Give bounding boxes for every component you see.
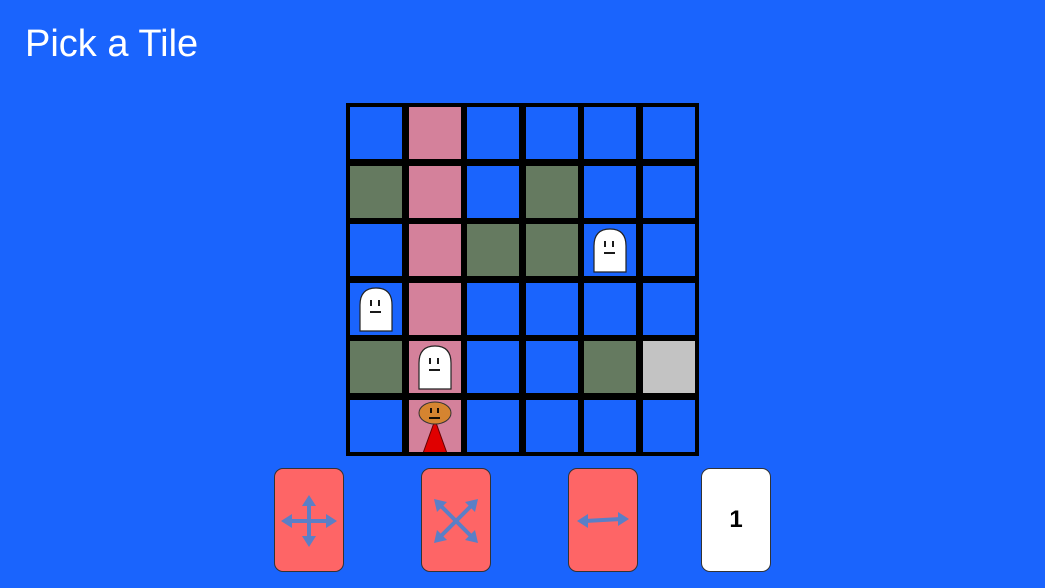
tile-empty[interactable] bbox=[525, 399, 578, 452]
game-board bbox=[346, 103, 699, 456]
tile-empty[interactable] bbox=[642, 399, 695, 452]
tile-empty[interactable] bbox=[467, 282, 519, 335]
tile-empty[interactable] bbox=[642, 282, 695, 335]
tile-empty[interactable] bbox=[350, 107, 402, 159]
tile-empty[interactable] bbox=[584, 399, 636, 452]
tile-empty[interactable] bbox=[467, 399, 519, 452]
tile-goal[interactable] bbox=[642, 341, 695, 393]
tile-empty[interactable] bbox=[584, 224, 636, 276]
tile-blocked[interactable] bbox=[350, 165, 402, 218]
tile-blocked[interactable] bbox=[584, 341, 636, 393]
tile-empty[interactable] bbox=[467, 341, 519, 393]
tile-blocked[interactable] bbox=[350, 341, 402, 393]
tile-blocked[interactable] bbox=[525, 165, 578, 218]
four-way-arrow-icon bbox=[281, 495, 337, 547]
tile-empty[interactable] bbox=[350, 399, 402, 452]
tile-empty[interactable] bbox=[584, 282, 636, 335]
tile-empty[interactable] bbox=[467, 107, 519, 159]
ghost-icon bbox=[584, 224, 636, 276]
tile-blocked[interactable] bbox=[525, 224, 578, 276]
tile-empty[interactable] bbox=[642, 165, 695, 218]
four-way-move-card[interactable] bbox=[274, 468, 344, 572]
horizontal-move-card[interactable] bbox=[568, 468, 638, 572]
tile-empty[interactable] bbox=[584, 107, 636, 159]
number-card[interactable]: 1 bbox=[701, 468, 771, 572]
tile-empty[interactable] bbox=[525, 341, 578, 393]
tile-empty[interactable] bbox=[525, 282, 578, 335]
tile-path[interactable] bbox=[408, 341, 461, 393]
tile-empty[interactable] bbox=[467, 165, 519, 218]
tile-empty[interactable] bbox=[584, 165, 636, 218]
tile-blocked[interactable] bbox=[467, 224, 519, 276]
page-title: Pick a Tile bbox=[25, 23, 199, 65]
diagonal-move-card[interactable] bbox=[421, 468, 491, 572]
number-card-value: 1 bbox=[729, 506, 743, 533]
tile-empty[interactable] bbox=[350, 282, 402, 335]
tile-path[interactable] bbox=[408, 165, 461, 218]
diagonal-arrow-icon bbox=[434, 499, 478, 543]
tile-empty[interactable] bbox=[525, 107, 578, 159]
player-icon bbox=[409, 400, 461, 452]
ghost-icon bbox=[350, 283, 402, 335]
tile-empty[interactable] bbox=[642, 224, 695, 276]
tile-empty[interactable] bbox=[350, 224, 402, 276]
horizontal-arrow-icon bbox=[577, 512, 629, 528]
tile-path[interactable] bbox=[408, 107, 461, 159]
tile-path[interactable] bbox=[408, 282, 461, 335]
tile-path[interactable] bbox=[408, 224, 461, 276]
ghost-icon bbox=[409, 341, 461, 393]
tile-path[interactable] bbox=[408, 399, 461, 452]
tile-empty[interactable] bbox=[642, 107, 695, 159]
